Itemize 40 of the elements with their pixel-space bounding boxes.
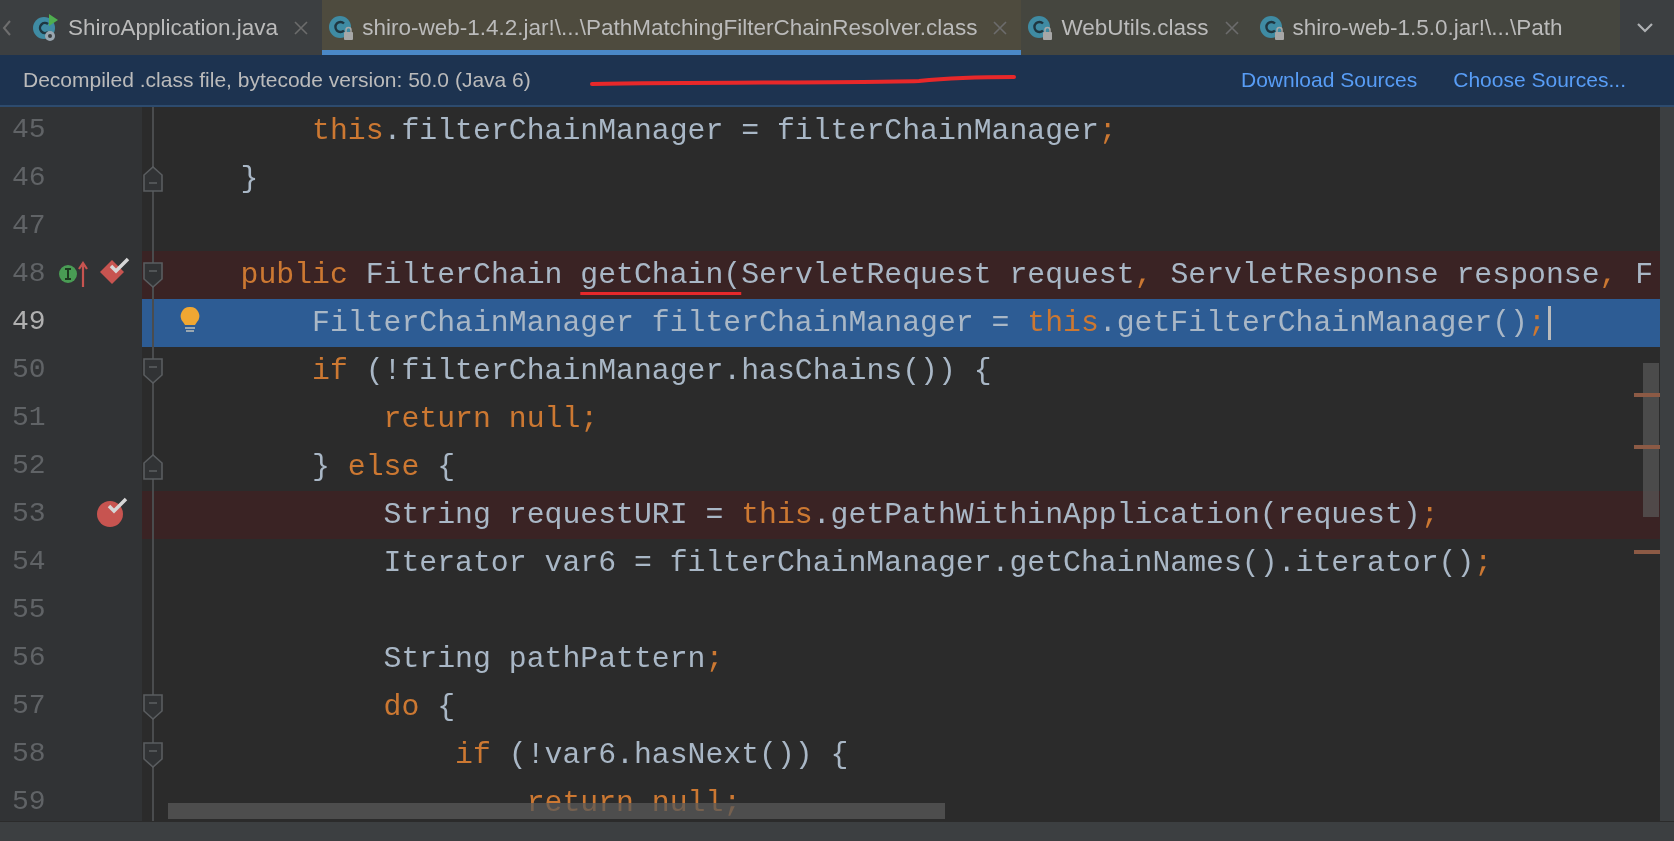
code-line: } bbox=[240, 162, 259, 196]
scroll-left-icon[interactable] bbox=[2, 18, 12, 37]
banner-message: Decompiled .class file, bytecode version: 50.0 (Java 6) bbox=[23, 68, 531, 92]
class-file-icon bbox=[328, 14, 355, 41]
code-line: Iterator var6 = filterChainManager.getChainNames().iterator(); bbox=[383, 546, 1493, 580]
class-file-icon bbox=[1027, 14, 1054, 41]
code-line: if (!var6.hasNext()) { bbox=[455, 738, 849, 772]
fold-marker-icon[interactable] bbox=[143, 166, 163, 192]
code-line: } else { bbox=[312, 450, 456, 484]
close-icon[interactable] bbox=[993, 20, 1008, 35]
code-line: FilterChainManager filterChainManager = this.getFilterChainManager(); bbox=[312, 306, 1546, 340]
editor-tab[interactable]: shiro-web-1.5.0.jar!\...\Path bbox=[1252, 0, 1577, 55]
banner-link[interactable]: Download Sources bbox=[1240, 68, 1418, 92]
banner-link[interactable]: Choose Sources... bbox=[1453, 68, 1626, 92]
editor-tab[interactable]: shiro-web-1.4.2.jar!\...\PathMatchingFilterChainResolver.class bbox=[322, 0, 1022, 55]
lightbulb-icon[interactable] bbox=[179, 306, 201, 334]
editor-tab[interactable]: WebUtils.class bbox=[1021, 0, 1253, 55]
text-cursor bbox=[1547, 306, 1551, 340]
code-line: public FilterChain getChain(ServletRequest request, ServletResponse response, F bbox=[240, 258, 1654, 292]
code-line: if (!filterChainManager.hasChains()) { bbox=[312, 354, 992, 388]
fold-marker-icon[interactable] bbox=[143, 694, 163, 720]
code-line: do { bbox=[383, 690, 456, 724]
breakpoint-icon[interactable] bbox=[96, 496, 128, 528]
code-line: String requestURI = this.getPathWithinApplication(request); bbox=[383, 498, 1439, 532]
fold-marker-icon[interactable] bbox=[143, 358, 163, 384]
close-icon[interactable] bbox=[294, 20, 309, 35]
vertical-scrollbar[interactable] bbox=[1643, 363, 1659, 517]
fold-marker-icon[interactable] bbox=[143, 454, 163, 480]
code-line: return null; bbox=[383, 402, 599, 436]
code-line: String pathPattern; bbox=[383, 642, 724, 676]
chevron-down-icon[interactable] bbox=[1636, 21, 1654, 34]
fold-marker-icon[interactable] bbox=[143, 742, 163, 768]
java-run-class-icon bbox=[32, 13, 60, 42]
line-number: 49 bbox=[12, 306, 46, 337]
fold-marker-icon[interactable] bbox=[143, 262, 163, 288]
implements-method-icon[interactable] bbox=[58, 259, 88, 289]
code-line: this.filterChainManager = filterChainManager; bbox=[312, 114, 1117, 148]
code-line: return null; bbox=[526, 786, 742, 820]
class-file-icon bbox=[1258, 14, 1285, 41]
close-icon[interactable] bbox=[1224, 20, 1239, 35]
